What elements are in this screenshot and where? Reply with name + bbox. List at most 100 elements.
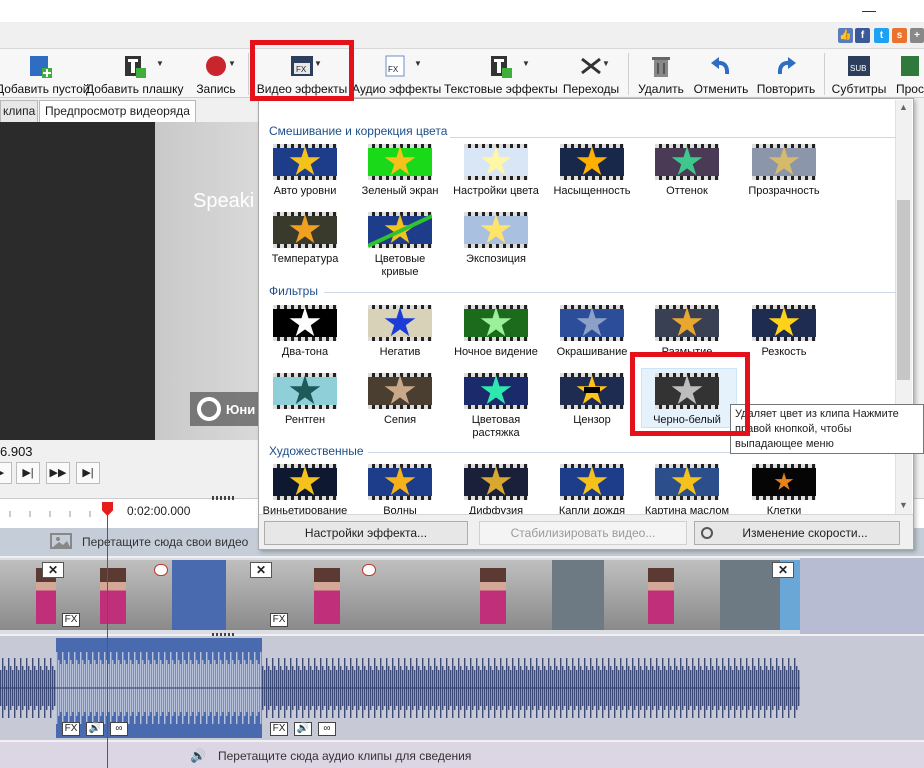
section-color-correction: Смешивание и коррекция цвета	[269, 124, 448, 138]
record-button[interactable]: ▼ Запись	[190, 49, 242, 99]
effect-temperature[interactable]: Температура	[261, 212, 349, 266]
effect-night-vision[interactable]: Ночное видение	[452, 305, 540, 359]
add-plate-button[interactable]: ▼ Добавить плашку	[86, 49, 184, 99]
audio-drop-text: Перетащите сюда аудио клипы для сведения	[218, 749, 472, 763]
transition-icon[interactable]: ✕	[42, 562, 64, 578]
effect-cells[interactable]: Клетки	[740, 464, 828, 518]
twitter-icon[interactable]: t	[874, 28, 889, 43]
playhead-line[interactable]	[107, 504, 108, 768]
text-effects-icon	[488, 54, 512, 78]
title-area	[0, 0, 924, 22]
clip-fx-badge[interactable]: FX	[270, 613, 288, 627]
transition-icon[interactable]: ✕	[250, 562, 272, 578]
redo-button[interactable]: Повторить	[754, 49, 818, 99]
effect-color-settings[interactable]: Настройки цвета	[452, 144, 540, 198]
audio-fx-icon: FX	[383, 54, 407, 78]
effect-tint[interactable]: Окрашивание	[548, 305, 636, 359]
effect-color-curves[interactable]: Цветовые кривые	[356, 212, 444, 279]
effect-oil-painting[interactable]: Картина маслом	[643, 464, 731, 518]
social-bar	[0, 22, 924, 48]
text-effects-button[interactable]: ▼ Текстовые эффекты	[444, 49, 558, 99]
image-icon	[50, 532, 72, 550]
video-clip[interactable]	[432, 560, 604, 630]
logo-text: Юни	[226, 402, 256, 417]
transitions-button[interactable]: ▼ Переходы	[560, 49, 622, 99]
preview-tabs: клипа Предпросмотр видеоряда	[0, 100, 258, 122]
speed-icon	[701, 527, 713, 539]
effect-exposure[interactable]: Экспозиция	[452, 212, 540, 266]
effect-sepia[interactable]: Сепия	[356, 373, 444, 427]
highlight-video-effects	[250, 40, 354, 101]
timecode: 6.903	[0, 444, 33, 459]
speaker-icon: 🔊	[190, 748, 207, 763]
effect-auto-levels[interactable]: Авто уровни	[261, 144, 349, 198]
video-caption-text: Speaki	[193, 190, 255, 212]
language-flag-icon	[154, 564, 168, 576]
undo-icon	[709, 54, 733, 78]
preview-icon	[898, 54, 922, 78]
video-clip[interactable]	[604, 560, 800, 630]
undo-button[interactable]: Отменить	[692, 49, 750, 99]
audio-fx-badge[interactable]: FX	[270, 722, 288, 736]
effect-hue[interactable]: Оттенок	[643, 144, 731, 198]
record-icon	[204, 54, 228, 78]
loop-icon[interactable]: ∞	[110, 722, 128, 736]
effect-negative[interactable]: Негатив	[356, 305, 444, 359]
add-blank-button[interactable]: Добавить пустой	[0, 49, 89, 99]
add-blank-icon	[28, 54, 52, 78]
effect-sharpen[interactable]: Резкость	[740, 305, 828, 359]
minimize-icon[interactable]: —	[862, 2, 876, 18]
volume-icon[interactable]: 🔊	[86, 722, 104, 736]
skip-end-icon[interactable]: ▶|	[76, 462, 100, 484]
pause-next-icon[interactable]: ▶▶	[46, 462, 70, 484]
svg-text:SUB: SUB	[850, 64, 866, 73]
like-icon[interactable]: 👍	[838, 28, 853, 43]
play-icon[interactable]: ▶	[0, 462, 12, 484]
scrollbar-thumb[interactable]	[897, 200, 910, 380]
audio-fx-badge[interactable]: FX	[62, 722, 80, 736]
loop-icon[interactable]: ∞	[318, 722, 336, 736]
volume-icon[interactable]: 🔊	[294, 722, 312, 736]
redo-icon	[774, 54, 798, 78]
clip-fx-badge[interactable]: FX	[62, 613, 80, 627]
facebook-icon[interactable]: f	[855, 28, 870, 43]
effect-two-tone[interactable]: Два-тона	[261, 305, 349, 359]
effect-color-stretch[interactable]: Цветовая растяжка	[452, 373, 540, 440]
transition-icon[interactable]: ✕	[772, 562, 794, 578]
effect-vignette[interactable]: Виньетирование	[261, 464, 349, 518]
effect-saturation[interactable]: Насыщенность	[548, 144, 636, 198]
effect-waves[interactable]: Волны	[356, 464, 444, 518]
svg-text:FX: FX	[388, 65, 399, 74]
step-forward-icon[interactable]: ▶|	[16, 462, 40, 484]
effect-censor[interactable]: Цензор	[548, 373, 636, 427]
subtitles-button[interactable]: SUB Субтитры	[830, 49, 888, 99]
scroll-down-icon[interactable]: ▼	[899, 500, 908, 510]
effect-tooltip: Удаляет цвет из клипа Нажмите правой кно…	[730, 404, 924, 454]
audio-effects-button[interactable]: FX ▼ Аудио эффекты	[352, 49, 441, 99]
ruler-grip[interactable]	[212, 496, 234, 500]
effect-settings-button[interactable]: Настройки эффекта...	[264, 521, 468, 545]
highlight-black-white	[630, 352, 750, 436]
more-share-icon[interactable]: +	[910, 28, 924, 43]
transitions-icon	[579, 54, 603, 78]
tab-clip-preview[interactable]: клипа	[0, 100, 38, 122]
stabilize-video-button[interactable]: Стабилизировать видео...	[479, 521, 687, 545]
tab-sequence-preview[interactable]: Предпросмотр видеоряда	[39, 100, 196, 122]
effect-transparency[interactable]: Прозрачность	[740, 144, 828, 198]
delete-button[interactable]: Удалить	[634, 49, 688, 99]
effect-xray[interactable]: Рентген	[261, 373, 349, 427]
plate-icon	[122, 54, 146, 78]
effect-blur[interactable]: Размытие	[643, 305, 731, 359]
change-speed-button[interactable]: Изменение скорости...	[694, 521, 900, 545]
subtitles-icon: SUB	[847, 54, 871, 78]
preview-more-button[interactable]: Просм	[892, 49, 924, 99]
watermark-logo: Юни	[190, 392, 260, 426]
ruler-time-label: 0:02:00.000	[127, 504, 191, 518]
effect-raindrops[interactable]: Капли дождя	[548, 464, 636, 518]
effect-diffusion[interactable]: Диффузия	[452, 464, 540, 518]
effect-green-screen[interactable]: Зеленый экран	[356, 144, 444, 198]
stumble-icon[interactable]: s	[892, 28, 907, 43]
language-flag-icon	[362, 564, 376, 576]
scroll-up-icon[interactable]: ▲	[899, 102, 908, 112]
main-toolbar: Добавить пустой ▼ Добавить плашку ▼ Запи…	[0, 48, 924, 98]
